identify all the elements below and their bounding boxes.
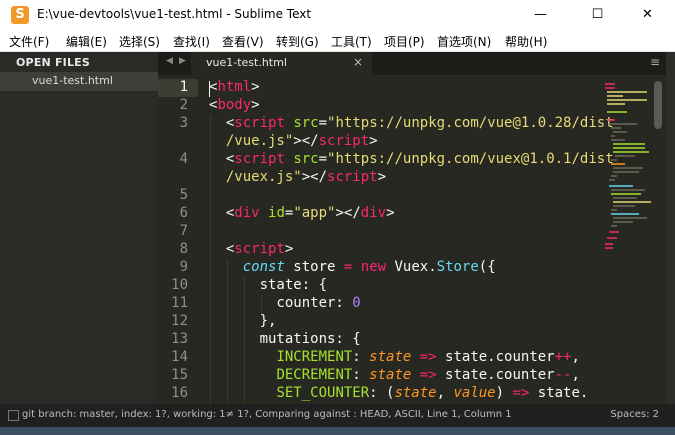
vertical-scrollbar[interactable] (654, 81, 662, 129)
tab-menu-icon[interactable]: ≡ (650, 55, 660, 69)
tab-bar: ◀ ▶ vue1-test.html × ≡ (158, 52, 666, 75)
code-line-12: }, (209, 313, 277, 329)
sidebar: OPEN FILES vue1-test.html (0, 52, 158, 404)
panel-toggle-icon[interactable] (8, 410, 19, 421)
code-line-3-wrap: /vue.js"></script> (209, 133, 378, 149)
tab-vue1-test[interactable]: vue1-test.html × (191, 52, 372, 75)
menu-find[interactable]: 查找(I) (173, 33, 210, 50)
line-number: 7 (179, 223, 188, 239)
menu-file[interactable]: 文件(F) (9, 33, 49, 50)
minimap[interactable] (603, 81, 655, 261)
code-line-16: SET_COUNTER: (state, value) => state. (276, 385, 589, 401)
code-line-11: counter: 0 (209, 295, 361, 311)
menu-edit[interactable]: 编辑(E) (66, 33, 107, 50)
code-line-8: <script> (209, 241, 294, 257)
code-line-9: const store = new Vuex.Store({ (242, 259, 496, 275)
line-number: 16 (171, 385, 188, 401)
line-number: 4 (179, 151, 188, 167)
maximize-button[interactable]: ☐ (575, 0, 620, 30)
status-indentation[interactable]: Spaces: 2 (610, 409, 659, 420)
menu-project[interactable]: 项目(P) (384, 33, 425, 50)
title-bar: S E:\vue-devtools\vue1-test.html - Subli… (0, 0, 675, 30)
tab-label: vue1-test.html (206, 56, 287, 69)
line-number: 15 (171, 367, 188, 383)
code-line-4-wrap: /vuex.js"></script> (209, 169, 387, 185)
line-number: 14 (171, 349, 188, 365)
line-number: 5 (179, 187, 188, 203)
line-number-gutter: 1 2 3 4 5 6 7 8 9 10 11 12 13 14 15 16 (158, 75, 198, 404)
sidebar-file-label: vue1-test.html (32, 74, 113, 87)
code-editor[interactable]: 1 2 3 4 5 6 7 8 9 10 11 12 13 14 15 16 <… (158, 75, 666, 404)
code-line-1: <html> (209, 79, 260, 95)
taskbar-edge (0, 427, 675, 435)
line-number: 9 (179, 259, 188, 275)
tab-close-icon[interactable]: × (353, 55, 363, 69)
sublime-text-app-icon: S (11, 6, 29, 24)
status-bar: git branch: master, index: 1?, working: … (0, 404, 675, 427)
code-line-15: DECREMENT: state => state.counter--, (276, 367, 580, 383)
line-number: 3 (179, 115, 188, 131)
menu-bar: 文件(F) 编辑(E) 选择(S) 查找(I) 查看(V) 转到(G) 工具(T… (0, 30, 675, 52)
window-right-border (666, 52, 675, 404)
sidebar-file-item[interactable]: vue1-test.html (0, 72, 158, 91)
line-number: 6 (179, 205, 188, 221)
line-number: 11 (171, 295, 188, 311)
close-window-button[interactable]: ✕ (625, 0, 670, 30)
menu-help[interactable]: 帮助(H) (505, 33, 547, 50)
menu-goto[interactable]: 转到(G) (276, 33, 319, 50)
menu-tools[interactable]: 工具(T) (331, 33, 372, 50)
tab-scroll-right-icon[interactable]: ▶ (179, 56, 186, 66)
menu-view[interactable]: 查看(V) (222, 33, 264, 50)
code-line-4: <script src="https://unpkg.com/vuex@1.0.… (209, 151, 614, 167)
line-number: 1 (179, 79, 188, 95)
code-line-13: mutations: { (209, 331, 361, 347)
line-number: 12 (171, 313, 188, 329)
line-number: 8 (179, 241, 188, 257)
menu-selection[interactable]: 选择(S) (119, 33, 160, 50)
code-line-6: <div id="app"></div> (209, 205, 395, 221)
minimize-button[interactable]: — (518, 0, 563, 30)
code-line-14: INCREMENT: state => state.counter++, (276, 349, 580, 365)
line-number: 10 (171, 277, 188, 293)
code-line-3: <script src="https://unpkg.com/vue@1.0.2… (209, 115, 614, 131)
window-title: E:\vue-devtools\vue1-test.html - Sublime… (37, 7, 312, 21)
tab-scroll-left-icon[interactable]: ◀ (166, 56, 173, 66)
open-files-header: OPEN FILES (16, 56, 91, 69)
status-git-info: git branch: master, index: 1?, working: … (22, 409, 512, 420)
code-line-10: state: { (209, 277, 328, 293)
line-number: 2 (179, 97, 188, 113)
menu-preferences[interactable]: 首选项(N) (437, 33, 491, 50)
code-line-2: <body> (209, 97, 260, 113)
line-number: 13 (171, 331, 188, 347)
